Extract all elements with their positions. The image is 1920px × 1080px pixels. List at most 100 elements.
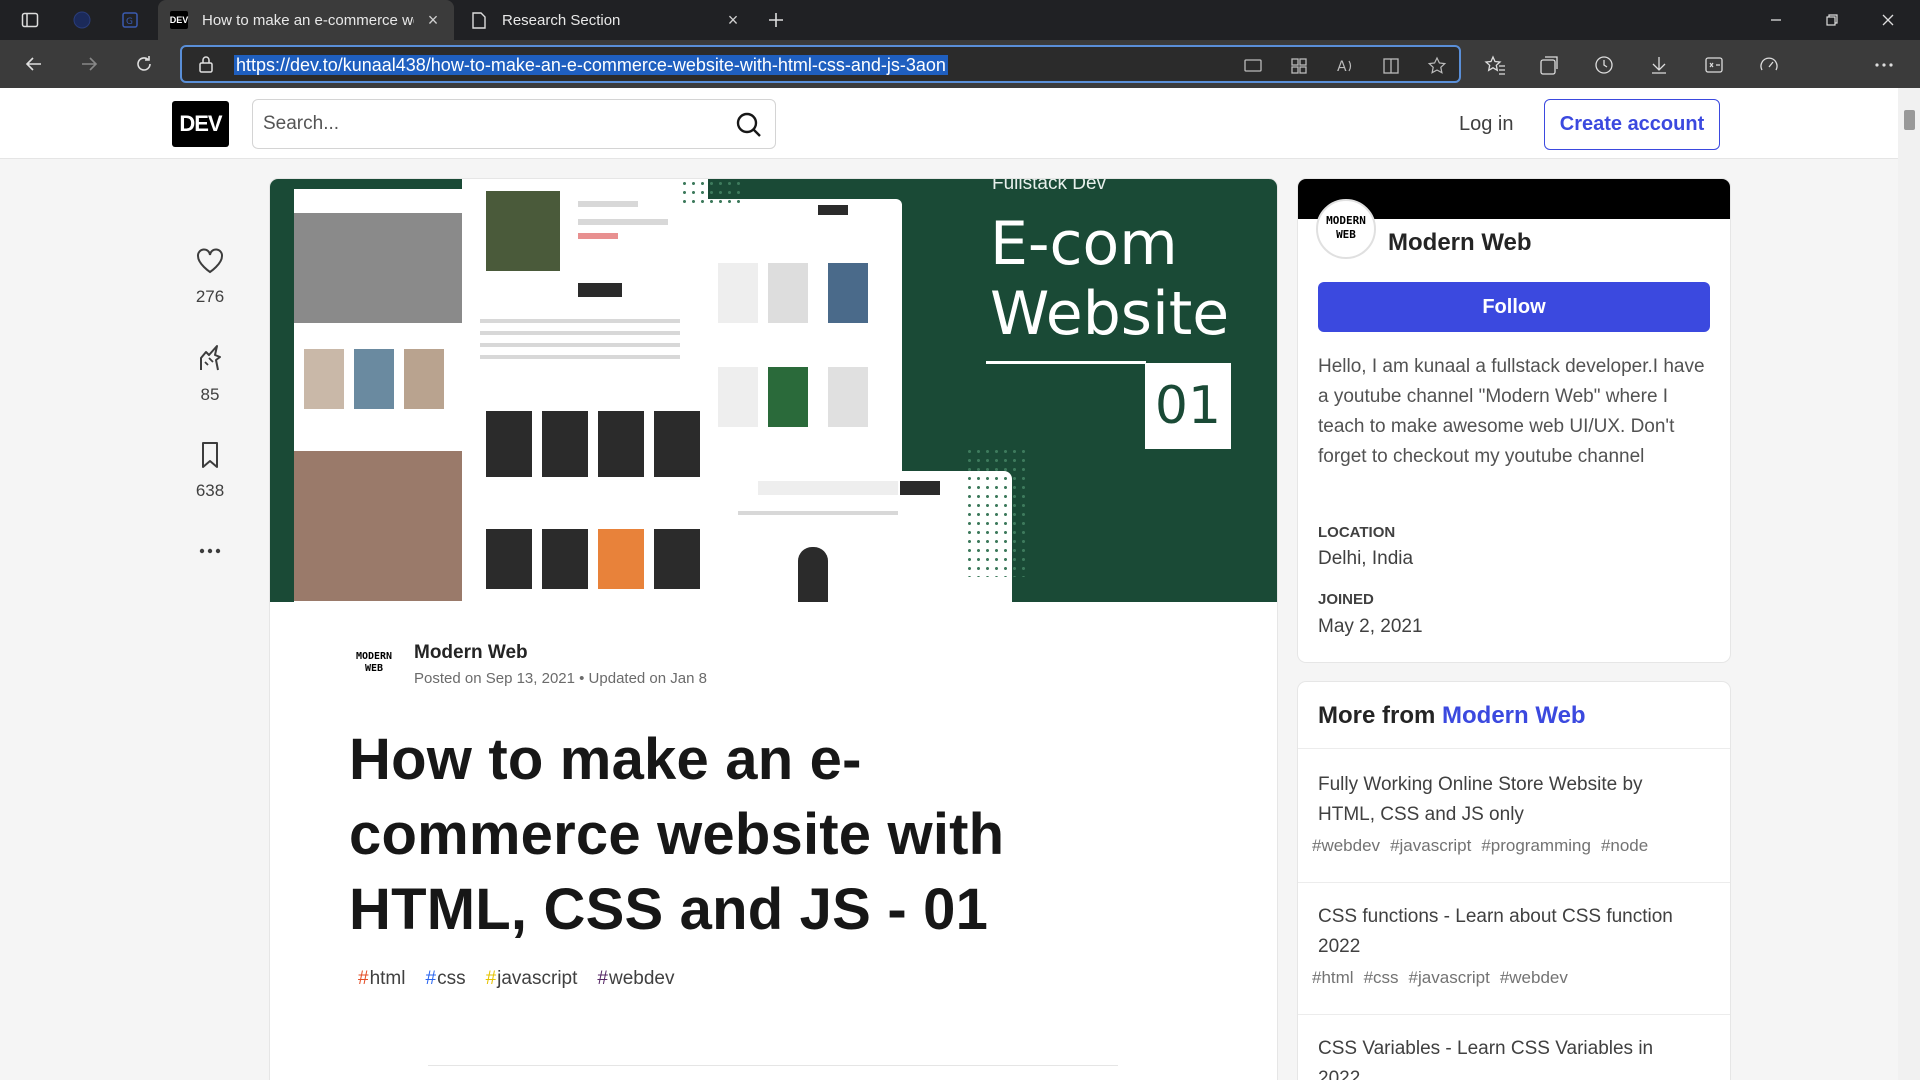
search-box[interactable] — [252, 99, 776, 149]
divider — [1298, 882, 1730, 883]
more-item-tags: #html #css #javascript #webdev — [1312, 968, 1568, 988]
tab-active-article[interactable]: DEV How to make an e-commerce website wi… — [158, 0, 454, 40]
collections-icon[interactable] — [1536, 52, 1562, 78]
tab-research-section[interactable]: Research Section × — [458, 0, 754, 40]
author-row: MODERN WEB Modern Web Posted on Sep 13, … — [350, 640, 950, 690]
unicorn-count: 85 — [200, 385, 220, 404]
tag-hash: # — [485, 968, 497, 989]
tab-title: How to make an e-commerce website with H… — [202, 11, 414, 29]
close-tab-icon[interactable]: × — [724, 10, 742, 31]
more-item-tag[interactable]: #webdev — [1500, 968, 1568, 988]
more-item-tag[interactable]: #css — [1364, 968, 1399, 988]
bookmark-count: 638 — [195, 481, 225, 500]
more-item-title[interactable]: CSS functions - Learn about CSS function… — [1318, 902, 1698, 962]
ellipsis-icon[interactable] — [195, 540, 225, 562]
reader-view-icon[interactable] — [1380, 55, 1402, 77]
more-from-author-link[interactable]: Modern Web — [1442, 702, 1586, 729]
tag-label: html — [369, 968, 406, 989]
tag-hash: # — [358, 968, 369, 989]
tag-css[interactable]: #css — [417, 964, 473, 994]
cover-number: 01 — [1145, 363, 1231, 449]
more-item-tag[interactable]: #html — [1312, 968, 1354, 988]
reaction-unicorn[interactable]: 85 — [186, 344, 234, 405]
tag-webdev[interactable]: #webdev — [589, 964, 682, 994]
tag-javascript[interactable]: #javascript — [478, 964, 586, 994]
unicorn-icon[interactable] — [195, 344, 225, 374]
dev-favicon-icon: DEV — [170, 11, 188, 29]
downloads-icon[interactable] — [1646, 52, 1672, 78]
new-tab-icon[interactable] — [764, 8, 788, 32]
history-icon[interactable] — [1591, 52, 1617, 78]
search-icon[interactable] — [735, 111, 763, 144]
svg-text:G: G — [126, 17, 133, 27]
scrollbar-thumb[interactable] — [1904, 110, 1915, 130]
more-options-button[interactable] — [186, 540, 234, 567]
follow-button[interactable]: Follow — [1318, 282, 1710, 332]
more-item-tag[interactable]: #programming — [1481, 836, 1591, 856]
math-solver-icon[interactable] — [1701, 52, 1727, 78]
lock-icon[interactable] — [198, 55, 214, 78]
article-tags: #html #css #javascript #webdev — [350, 964, 682, 994]
refresh-icon[interactable] — [130, 50, 158, 78]
author-name[interactable]: Modern Web — [414, 642, 528, 664]
cover-mock-listing — [708, 199, 902, 499]
more-item-title[interactable]: CSS Variables - Learn CSS Variables in 2… — [1318, 1034, 1698, 1080]
more-menu-icon[interactable] — [1871, 52, 1897, 78]
post-meta: Posted on Sep 13, 2021 • Updated on Jan … — [414, 670, 707, 687]
author-avatar-text: WEB — [364, 663, 384, 674]
author-avatar[interactable]: MODERN WEB — [350, 640, 398, 688]
more-item-title[interactable]: Fully Working Online Store Website by HT… — [1318, 770, 1698, 830]
dev-logo[interactable]: DEV — [172, 101, 229, 147]
workspace-tab-icon[interactable] — [70, 8, 94, 32]
create-account-button[interactable]: Create account — [1544, 99, 1720, 150]
cover-subtitle: Fullstack Dev — [992, 179, 1107, 194]
forward-icon[interactable] — [75, 50, 103, 78]
heart-count: 276 — [195, 287, 225, 306]
back-icon[interactable] — [20, 50, 48, 78]
cover-divider — [986, 361, 1146, 364]
tag-label: javascript — [497, 968, 578, 989]
profile-avatar-logo[interactable]: MODERN WEB — [1316, 199, 1376, 259]
reaction-heart[interactable]: 276 — [186, 246, 234, 307]
tag-label: css — [437, 968, 466, 989]
address-bar[interactable]: https://dev.to/kunaal438/how-to-make-an-… — [180, 45, 1461, 83]
divider — [1298, 748, 1730, 749]
cast-icon[interactable] — [1242, 55, 1264, 77]
restore-icon[interactable] — [1804, 0, 1860, 40]
close-tab-icon[interactable]: × — [424, 10, 442, 31]
location-label: LOCATION — [1318, 524, 1396, 541]
read-aloud-icon[interactable]: A — [1334, 55, 1356, 77]
cover-image[interactable]: Fullstack Dev E-com Website 01 — [270, 179, 1277, 602]
heart-icon[interactable] — [195, 246, 225, 276]
article-title: How to make an e-commerce website with H… — [349, 727, 1005, 942]
search-input[interactable] — [263, 110, 713, 138]
close-window-icon[interactable] — [1860, 0, 1916, 40]
cover-title-line1: E-com — [990, 209, 1178, 279]
reaction-bookmark[interactable]: 638 — [186, 440, 234, 501]
browser-toolbar: https://dev.to/kunaal438/how-to-make-an-… — [0, 40, 1920, 118]
cover-title-line2: Website — [990, 279, 1230, 349]
divider — [1298, 1014, 1730, 1015]
cover-mock-homepage — [294, 189, 462, 602]
profile-name[interactable]: Modern Web — [1388, 229, 1532, 257]
more-item-tag[interactable]: #webdev — [1312, 836, 1380, 856]
joined-label: JOINED — [1318, 591, 1374, 608]
performance-icon[interactable] — [1756, 52, 1782, 78]
tab-actions-icon[interactable] — [18, 8, 42, 32]
url-text[interactable]: https://dev.to/kunaal438/how-to-make-an-… — [234, 55, 948, 75]
more-item-tag[interactable]: #javascript — [1390, 836, 1471, 856]
pinned-tab-icon[interactable]: G — [118, 8, 142, 32]
minimize-icon[interactable] — [1748, 0, 1804, 40]
site-header: DEV Log in Create account — [0, 88, 1898, 159]
log-in-link[interactable]: Log in — [1441, 100, 1532, 148]
more-from-prefix: More from — [1318, 702, 1436, 729]
apps-icon[interactable] — [1288, 55, 1310, 77]
more-item-tag[interactable]: #javascript — [1409, 968, 1490, 988]
add-favorite-icon[interactable] — [1426, 55, 1448, 77]
tag-html[interactable]: #html — [350, 964, 413, 994]
favorites-icon[interactable] — [1482, 52, 1508, 78]
more-from-heading: More from Modern Web — [1318, 702, 1586, 730]
page-scrollbar[interactable] — [1898, 88, 1920, 1080]
more-item-tag[interactable]: #node — [1601, 836, 1648, 856]
bookmark-icon[interactable] — [195, 440, 225, 470]
